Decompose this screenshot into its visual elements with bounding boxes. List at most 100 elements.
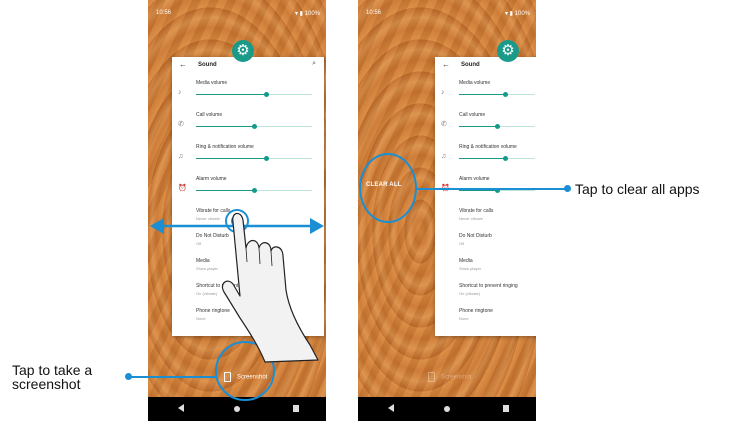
navigation-bar	[358, 397, 536, 421]
settings-row[interactable]: Phone ringtone None	[435, 307, 536, 332]
settings-row-summary: None	[196, 316, 206, 321]
settings-row-label: Alarm volume	[196, 176, 227, 182]
nav-back-icon[interactable]	[388, 404, 394, 412]
status-bar: 10:56 ▾ ▮ 100%	[148, 0, 326, 28]
nav-recents-icon[interactable]	[293, 405, 299, 412]
settings-row-label: Vibrate for calls	[459, 208, 494, 214]
settings-row-label: Shortcut to prevent ringing	[459, 283, 518, 289]
callout-screenshot-line	[129, 376, 217, 378]
settings-row-label: Phone ringtone	[459, 308, 493, 314]
settings-row[interactable]: Media Show player	[172, 257, 324, 282]
settings-row-label: Media	[459, 258, 473, 264]
status-icons: ▾ ▮ 100%	[504, 11, 530, 17]
callout-clear-line	[417, 188, 567, 190]
settings-row-summary: Show player	[196, 266, 219, 271]
status-icons: ▾ ▮ 100%	[294, 11, 320, 17]
settings-row[interactable]: Shortcut to prevent ringing On (vibrate)	[435, 282, 536, 307]
volume-slider[interactable]	[196, 156, 312, 161]
clear-all-highlight-ring	[359, 153, 417, 223]
settings-row-label: Ring & notification volume	[459, 144, 517, 150]
volume-slider[interactable]	[196, 92, 312, 97]
phone-icon: ✆	[441, 121, 447, 128]
settings-row-label: Media volume	[459, 80, 491, 86]
battery-level: 100%	[304, 11, 320, 17]
settings-row-summary: Never vibrate	[459, 216, 483, 221]
settings-row[interactable]: ⏰Alarm volume	[435, 175, 536, 207]
settings-row[interactable]: ⏰ Alarm volume	[172, 175, 324, 207]
screenshot-icon	[428, 372, 435, 382]
slider-thumb[interactable]	[263, 92, 269, 97]
settings-row-label: Media volume	[196, 80, 228, 86]
settings-row-label: Do Not Disturb	[459, 233, 492, 239]
search-icon[interactable]: ⌕	[312, 60, 316, 68]
nav-home-icon[interactable]	[234, 406, 240, 412]
battery-level: 100%	[514, 11, 530, 17]
music-note-icon: ♪	[178, 89, 182, 96]
page-title: Sound	[461, 62, 480, 68]
nav-home-icon[interactable]	[444, 406, 450, 412]
navigation-bar	[148, 397, 326, 421]
slider-thumb[interactable]	[252, 188, 257, 193]
back-arrow-icon[interactable]: ←	[442, 61, 450, 69]
settings-row[interactable]: ♫ Ring & notification volume	[172, 143, 324, 175]
volume-slider[interactable]	[196, 124, 312, 129]
slider-thumb[interactable]	[495, 124, 500, 129]
status-time: 10:56	[366, 10, 382, 16]
settings-row[interactable]: ✆ Call volume	[435, 111, 536, 143]
settings-row[interactable]: Phone ringtone None	[172, 307, 324, 332]
callout-clear-dot	[564, 185, 571, 192]
callout-screenshot-text: Tap to take a screenshot	[12, 362, 93, 392]
settings-row[interactable]: Media Show player	[435, 257, 536, 282]
settings-row-summary: Off	[459, 241, 465, 246]
slider-thumb[interactable]	[263, 156, 269, 161]
settings-row[interactable]: ✆ Call volume	[172, 111, 324, 143]
settings-row-label: Media	[196, 258, 210, 264]
settings-row-summary: Never vibrate	[196, 216, 220, 221]
settings-row[interactable]: ♪ Media volume	[172, 79, 324, 111]
settings-row[interactable]: Shortcut to prevent ringing On (vibrate)	[172, 282, 324, 307]
settings-row-label: Shortcut to prevent ringing	[196, 283, 255, 289]
nav-back-icon[interactable]	[178, 404, 184, 412]
settings-row-label: Alarm volume	[459, 176, 490, 182]
settings-row-summary: None	[459, 316, 469, 321]
settings-row[interactable]: ♪ Media volume	[435, 79, 536, 111]
settings-row-label: Call volume	[459, 112, 486, 118]
settings-gear-icon[interactable]: ⚙	[232, 40, 254, 62]
recent-app-card-settings[interactable]: ← Sound ⌕ ♪ Media volume ✆ Call volume ♫ Ring…	[172, 57, 324, 336]
status-time: 10:56	[156, 10, 172, 16]
volume-slider[interactable]	[459, 92, 535, 97]
settings-row-summary: On (vibrate)	[196, 291, 218, 296]
settings-row-label: Do Not Disturb	[196, 233, 229, 239]
settings-row-label: Phone ringtone	[196, 308, 230, 314]
slider-thumb[interactable]	[252, 124, 257, 129]
status-bar: 10:56 ▾ ▮ 100%	[358, 0, 536, 28]
settings-row-label: Call volume	[196, 112, 223, 118]
settings-row-summary: Off	[196, 241, 202, 246]
slider-thumb[interactable]	[502, 92, 508, 97]
settings-gear-icon[interactable]: ⚙	[497, 40, 519, 62]
settings-row[interactable]: Do Not Disturb Off	[435, 232, 536, 257]
settings-row[interactable]: Vibrate for calls Never vibrate	[435, 207, 536, 232]
volume-slider[interactable]	[459, 124, 535, 129]
callout-clear-text: Tap to clear all apps	[575, 181, 700, 197]
recent-app-card-settings[interactable]: ← Sound ♪ Media volume ✆ Call volume ♫ Ring &…	[435, 57, 536, 336]
alarm-icon: ⏰	[178, 185, 187, 192]
volume-slider[interactable]	[459, 156, 535, 161]
settings-row-summary: Show player	[459, 266, 482, 271]
screenshot-label: Screenshot	[441, 374, 472, 381]
touch-point-ring-inner	[231, 215, 243, 227]
settings-row-label: Ring & notification volume	[196, 144, 254, 150]
nav-recents-icon[interactable]	[503, 405, 509, 412]
settings-row[interactable]: Do Not Disturb Off	[172, 232, 324, 257]
settings-row-summary: On (vibrate)	[459, 291, 481, 296]
music-note-icon: ♪	[441, 89, 445, 96]
settings-row[interactable]: ♫ Ring & notification volume	[435, 143, 536, 175]
settings-row-label: Vibrate for calls	[196, 208, 231, 214]
volume-slider[interactable]	[196, 188, 312, 193]
slider-thumb[interactable]	[502, 156, 508, 161]
screenshot-highlight-ring	[215, 341, 275, 401]
screenshot-button[interactable]: Screenshot	[428, 372, 471, 382]
back-arrow-icon[interactable]: ←	[179, 61, 187, 69]
volume-slider[interactable]	[459, 188, 535, 193]
phone-icon: ✆	[178, 121, 184, 128]
